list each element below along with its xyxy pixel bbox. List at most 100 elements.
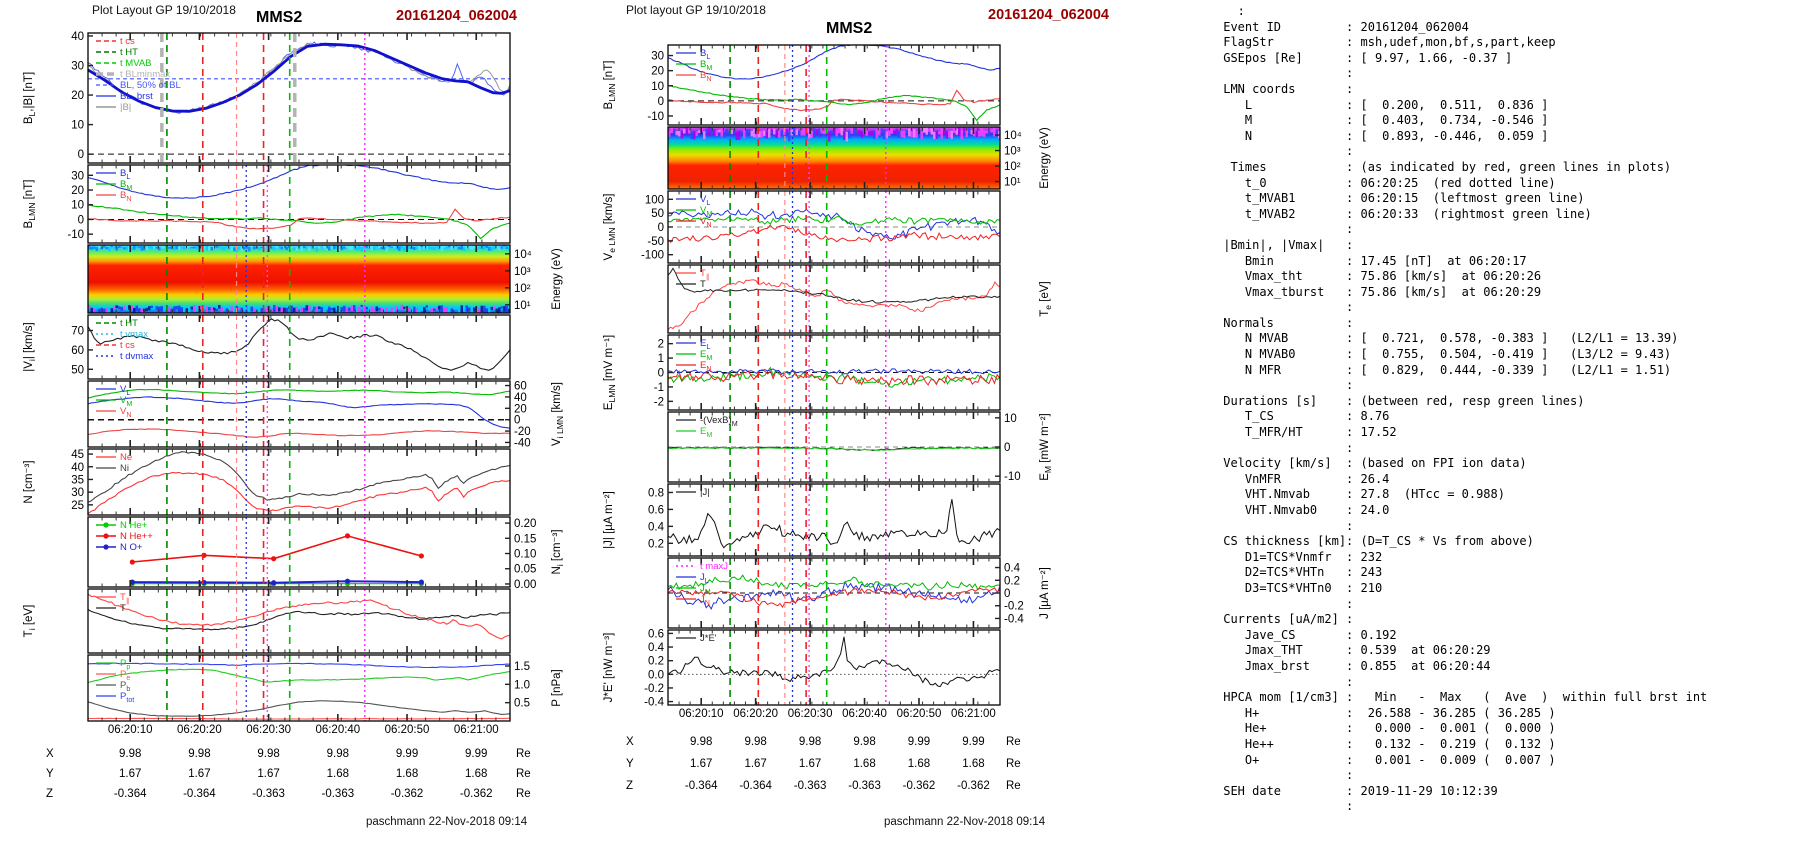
svg-text:20: 20 xyxy=(71,90,84,102)
left-time-axis: 06:20:1006:20:2006:20:3006:20:4006:20:50… xyxy=(108,724,499,736)
svg-text:60: 60 xyxy=(71,345,84,357)
svg-text:Y: Y xyxy=(626,758,634,770)
svg-text:06:20:40: 06:20:40 xyxy=(842,708,887,720)
svg-text:0.6: 0.6 xyxy=(648,504,664,516)
svg-text:-0.363: -0.363 xyxy=(848,780,881,792)
svg-text:T: T xyxy=(120,603,126,614)
svg-text:-10: -10 xyxy=(67,229,84,241)
svg-text:1.68: 1.68 xyxy=(327,768,349,780)
svg-text:EM: EM xyxy=(700,426,712,439)
svg-text:10¹: 10¹ xyxy=(514,300,531,312)
svg-text:ELMN [mV m⁻¹]: ELMN [mV m⁻¹] xyxy=(603,335,617,410)
middle-footer-credit: paschmann 22-Nov-2018 09:14 xyxy=(884,816,1045,828)
plot-panel-pressure: 1.51.00.5P [nPa]PpPePbPtot xyxy=(88,655,563,721)
svg-text:1.0: 1.0 xyxy=(514,679,530,691)
svg-text:Ni [cm⁻³]: Ni [cm⁻³] xyxy=(551,529,565,574)
svg-text:P [nPa]: P [nPa] xyxy=(551,669,563,707)
svg-text:0.2: 0.2 xyxy=(648,538,664,550)
svg-text:-0.4: -0.4 xyxy=(644,697,664,709)
svg-text:-0.364: -0.364 xyxy=(183,788,216,800)
svg-text:N He++: N He++ xyxy=(120,531,153,542)
plot-panel-j-lmn: 0.40.20-0.2-0.4J [µA m⁻²]t maxJJLJMJN xyxy=(668,558,1051,628)
svg-text:Re: Re xyxy=(516,768,531,780)
plot-panel-electron-spectrogram: 10⁴10³10²10¹Energy (eV) xyxy=(668,127,1051,189)
svg-text:T: T xyxy=(700,279,706,290)
svg-text:0.8: 0.8 xyxy=(648,487,664,499)
svg-text:100: 100 xyxy=(645,194,664,206)
svg-text:20: 20 xyxy=(651,66,664,78)
svg-text:-0.4: -0.4 xyxy=(1004,613,1024,625)
svg-text:t HT: t HT xyxy=(120,47,138,58)
svg-text:9.99: 9.99 xyxy=(908,736,930,748)
svg-text:-100: -100 xyxy=(641,250,664,262)
svg-text:9.99: 9.99 xyxy=(465,748,487,760)
svg-text:-0.362: -0.362 xyxy=(903,780,936,792)
svg-text:Re: Re xyxy=(1006,780,1021,792)
svg-text:0.15: 0.15 xyxy=(514,533,536,545)
svg-text:t BLminmax: t BLminmax xyxy=(120,69,170,80)
svg-text:EM [mW m⁻²]: EM [mW m⁻²] xyxy=(1039,413,1053,481)
svg-text:1.5: 1.5 xyxy=(514,661,530,673)
svg-text:-0.364: -0.364 xyxy=(739,780,772,792)
svg-text:1.68: 1.68 xyxy=(465,768,487,780)
left-footer-credit: paschmann 22-Nov-2018 09:14 xyxy=(366,816,527,828)
svg-text:0.2: 0.2 xyxy=(648,656,664,668)
svg-text:9.98: 9.98 xyxy=(853,736,875,748)
svg-text:1.67: 1.67 xyxy=(188,768,210,780)
svg-text:0: 0 xyxy=(658,368,664,380)
svg-text:06:20:50: 06:20:50 xyxy=(897,708,942,720)
svg-text:J*E': J*E' xyxy=(700,633,717,644)
svg-text:BL, 50% of BL: BL, 50% of BL xyxy=(120,80,181,91)
svg-text:0: 0 xyxy=(514,415,520,427)
svg-text:06:20:20: 06:20:20 xyxy=(733,708,778,720)
svg-text:-0.2: -0.2 xyxy=(644,683,664,695)
svg-text:-40: -40 xyxy=(514,437,531,449)
svg-text:1.67: 1.67 xyxy=(799,758,821,770)
svg-text:t HT: t HT xyxy=(120,318,138,329)
plot-panel-vexb-em: 100-10EM [mW m⁻²]-(VexB)MEM xyxy=(668,412,1053,483)
svg-text:30: 30 xyxy=(651,51,664,63)
svg-text:30: 30 xyxy=(71,170,84,182)
svg-text:40: 40 xyxy=(71,31,84,43)
svg-text:0.2: 0.2 xyxy=(1004,575,1020,587)
svg-text:10⁴: 10⁴ xyxy=(514,249,532,261)
svg-text:0: 0 xyxy=(78,214,84,226)
svg-text:1.68: 1.68 xyxy=(908,758,930,770)
plot-panel-te: Te [eV]T∥T xyxy=(668,265,1053,333)
svg-text:-0.363: -0.363 xyxy=(252,788,285,800)
svg-text:Y: Y xyxy=(46,768,54,780)
svg-text:50: 50 xyxy=(71,364,84,376)
svg-text:0.10: 0.10 xyxy=(514,549,536,561)
svg-text:30: 30 xyxy=(71,487,84,499)
svg-text:10²: 10² xyxy=(514,283,531,295)
svg-text:X: X xyxy=(46,748,54,760)
svg-text:Energy (eV): Energy (eV) xyxy=(1039,127,1051,189)
svg-text:0.05: 0.05 xyxy=(514,564,536,576)
svg-text:70: 70 xyxy=(71,326,84,338)
svg-text:9.98: 9.98 xyxy=(690,736,712,748)
plot-panel-vi-abs: 706050|Vi| [km/s]t HTt vmaxt cst dvmax xyxy=(23,315,510,379)
svg-text:|J| [µA m⁻²]: |J| [µA m⁻²] xyxy=(603,491,615,549)
svg-text:|Vi| [km/s]: |Vi| [km/s] xyxy=(23,322,37,371)
svg-text:1.68: 1.68 xyxy=(396,768,418,780)
middle-plot-column-graphics: 3020100-10BLMN [nT]BLBMBN10⁴10³10²10¹Ene… xyxy=(603,44,1053,792)
svg-text:1.68: 1.68 xyxy=(962,758,984,770)
svg-text:40: 40 xyxy=(71,462,84,474)
svg-text:1.67: 1.67 xyxy=(257,768,279,780)
svg-text:1.67: 1.67 xyxy=(119,768,141,780)
svg-text:BLMN [nT]: BLMN [nT] xyxy=(23,180,37,229)
svg-text:t cs: t cs xyxy=(120,36,135,47)
svg-text:06:20:30: 06:20:30 xyxy=(246,724,291,736)
svg-text:-0.362: -0.362 xyxy=(460,788,493,800)
svg-text:Ni: Ni xyxy=(120,463,129,474)
svg-text:06:21:00: 06:21:00 xyxy=(951,708,996,720)
svg-text:-0.362: -0.362 xyxy=(957,780,990,792)
svg-text:-20: -20 xyxy=(514,426,531,438)
svg-text:06:20:40: 06:20:40 xyxy=(315,724,360,736)
svg-text:0: 0 xyxy=(658,96,664,108)
svg-text:1.67: 1.67 xyxy=(690,758,712,770)
svg-text:9.99: 9.99 xyxy=(396,748,418,760)
svg-text:1: 1 xyxy=(658,353,664,365)
svg-text:06:20:10: 06:20:10 xyxy=(108,724,153,736)
svg-text:N [cm⁻³]: N [cm⁻³] xyxy=(23,460,35,503)
